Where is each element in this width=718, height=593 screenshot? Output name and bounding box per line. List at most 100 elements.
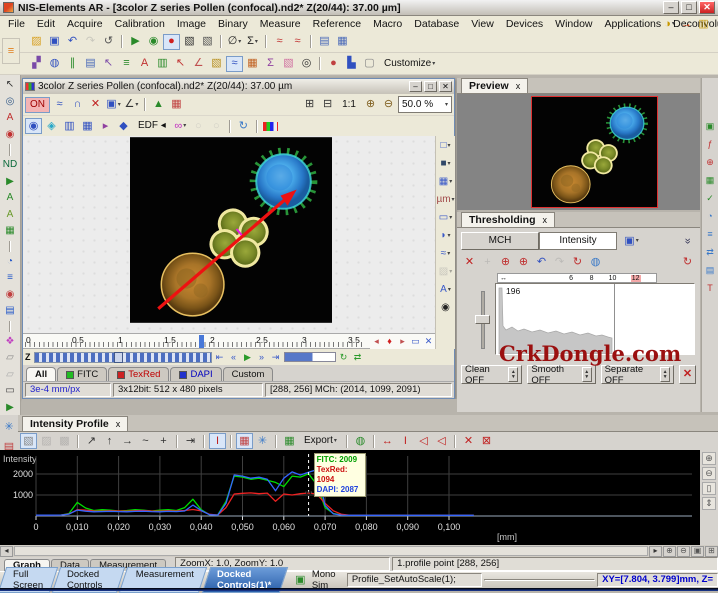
color-wheel-icon[interactable]: ❖ <box>2 334 18 349</box>
document-icon[interactable]: ▢ <box>361 56 378 72</box>
sum-chart-icon[interactable]: Σ <box>262 56 279 72</box>
fit-h-icon[interactable]: ▣ <box>691 546 704 557</box>
gamma-curve-icon[interactable]: ∠▾ <box>123 97 140 113</box>
z-prev-icon[interactable]: « <box>227 350 241 364</box>
play-icon[interactable]: ▶ <box>127 34 144 50</box>
auto-text-icon[interactable]: A <box>136 56 153 72</box>
tiles-icon[interactable]: ▦ <box>244 56 261 72</box>
record-icon[interactable]: ● <box>163 34 180 50</box>
micrometer-icon[interactable]: µm▾ <box>431 192 459 207</box>
zoom-1to1-button[interactable]: 1:1 <box>337 97 361 113</box>
graph-mode2-icon[interactable]: ▨ <box>38 433 55 449</box>
z-bounce-icon[interactable]: ⇄ <box>351 350 365 364</box>
link2-icon[interactable]: ○ <box>208 118 225 134</box>
histogram-icon[interactable]: ▙ <box>343 56 360 72</box>
threshold-slider-handle[interactable] <box>475 315 490 324</box>
menu-acquire[interactable]: Acquire <box>61 18 109 30</box>
copy-doc-icon[interactable]: ▱ <box>2 351 18 366</box>
tab-texred[interactable]: TexRed <box>108 367 169 381</box>
chart-scrollbar[interactable]: ◂ ▸⊕⊖▣⊞ <box>0 545 718 557</box>
maximize-button[interactable]: □ <box>681 1 697 14</box>
zoom-out-icon[interactable]: ⊖ <box>380 97 397 113</box>
capture-icon[interactable]: ◉ <box>145 34 162 50</box>
filled-square-icon[interactable]: ■▾ <box>438 156 454 171</box>
line-horizontal-icon[interactable]: → <box>119 433 136 449</box>
export-button[interactable]: Export▾ <box>299 433 342 449</box>
rgb-bars-icon[interactable] <box>262 122 278 131</box>
redo-icon[interactable]: ↷ <box>82 34 99 50</box>
chart-lines-icon[interactable]: ∠ <box>190 56 207 72</box>
strip-target-icon[interactable]: ⊕ <box>703 156 717 169</box>
clipboard-icon[interactable]: ▥ <box>154 56 171 72</box>
camera-icon[interactable]: ▧ <box>181 34 198 50</box>
redo-threshold-icon[interactable]: ↷ <box>551 254 568 270</box>
curve-red-icon[interactable]: ≈ <box>271 34 288 50</box>
snapshot-icon[interactable]: ▲ <box>150 97 167 113</box>
document-title-bar[interactable]: 3color Z series Pollen (confocal).nd2* Z… <box>23 79 454 94</box>
chart-zoom-in-icon[interactable]: ⊕ <box>702 452 716 465</box>
chart-cursor-icon[interactable]: ▯ <box>702 482 716 495</box>
z-next-icon[interactable]: » <box>255 350 269 364</box>
dock-handle-icon[interactable]: ≡ <box>3 43 20 59</box>
mono-sim-icon[interactable]: ▣ <box>292 572 309 588</box>
separate-spinner[interactable]: ▲▼ <box>660 367 670 382</box>
revert-icon[interactable]: ↺ <box>100 34 117 50</box>
slices-view-icon[interactable]: ▥ <box>61 118 78 134</box>
chart-scroll-icon[interactable]: ⇕ <box>702 497 716 510</box>
cross-lines-icon[interactable]: + <box>155 433 172 449</box>
minimize-button[interactable]: – <box>663 1 679 14</box>
movie-camera-icon[interactable]: ▞ <box>28 56 45 72</box>
z-slider[interactable] <box>34 352 212 363</box>
h-dot-icon[interactable]: ◉ <box>2 288 18 303</box>
remote-control-icon[interactable]: ▤ <box>82 56 99 72</box>
picker-area-icon[interactable]: ⊕ <box>515 254 532 270</box>
doc-minimize-button[interactable]: – <box>409 81 422 92</box>
annotation-a-icon[interactable]: A <box>2 111 18 126</box>
ruler-range-icon[interactable]: ▭ <box>409 335 422 348</box>
preview-thumbnail[interactable] <box>531 96 658 208</box>
webcam-icon[interactable]: ◎ <box>298 56 315 72</box>
menu-applications[interactable]: Applications <box>599 18 668 30</box>
strip-table-icon[interactable]: ▤ <box>703 264 717 277</box>
fit-width-icon[interactable]: ⊟ <box>319 97 336 113</box>
z-speed-slider[interactable] <box>284 352 336 362</box>
hzoom-out-icon[interactable]: ⊖ <box>677 546 690 557</box>
strip-grid-icon[interactable]: ▦ <box>703 174 717 187</box>
delete-threshold-icon[interactable]: ✕ <box>461 254 478 270</box>
grid-overlay-icon[interactable]: ▦▾ <box>438 174 454 189</box>
fit-screen-icon[interactable]: ⊞ <box>301 97 318 113</box>
z-slider-handle[interactable] <box>114 352 123 363</box>
layers-icon[interactable]: ≡ <box>118 56 135 72</box>
customize-button[interactable]: Customize▾ <box>379 56 440 72</box>
graph-mode3-icon[interactable]: ▩ <box>56 433 73 449</box>
record-dot-icon[interactable]: ● <box>325 56 342 72</box>
scroll-left-icon[interactable]: ◂ <box>0 546 13 557</box>
annotate-a2-icon[interactable]: A <box>2 208 18 223</box>
channel-grid-icon[interactable]: ▦ <box>168 97 185 113</box>
pin-flag-icon[interactable]: ▸ <box>97 118 114 134</box>
mch-mode-button[interactable]: MCH <box>461 232 539 250</box>
tab-custom[interactable]: Custom <box>223 367 274 381</box>
strip-text-icon[interactable]: T <box>703 282 717 295</box>
h-clock-icon[interactable]: ◔ <box>2 254 18 269</box>
lut-on-icon[interactable]: ON <box>25 97 50 113</box>
intensity-profile-tab[interactable]: Intensity Profile x <box>22 416 128 431</box>
db-folder-icon[interactable]: ▥ <box>695 16 712 32</box>
picker-cross-icon[interactable]: + <box>479 254 496 270</box>
strip-fx-icon[interactable]: ƒ <box>703 138 717 151</box>
interval-icon[interactable]: I <box>209 433 226 449</box>
undo-threshold-icon[interactable]: ↶ <box>533 254 550 270</box>
menu-database[interactable]: Database <box>408 18 465 30</box>
nd-acquisition-icon[interactable]: ND <box>0 158 22 173</box>
save-threshold-icon[interactable]: ▣▾ <box>623 233 640 249</box>
jump-arrow-icon[interactable]: → <box>678 16 695 32</box>
ruler-position-marker[interactable] <box>199 335 204 348</box>
edf-button[interactable]: EDF ◂ <box>133 118 171 134</box>
specimen-image[interactable] <box>130 137 332 323</box>
menu-edit[interactable]: Edit <box>31 18 61 30</box>
play-last-icon[interactable]: ▶ <box>2 401 18 416</box>
z-first-icon[interactable]: ⇤ <box>213 350 227 364</box>
z-play-icon[interactable]: ▶ <box>241 350 255 364</box>
clean-spinner[interactable]: ▲▼ <box>508 367 518 382</box>
lut-play-icon[interactable]: ≈ <box>51 97 68 113</box>
